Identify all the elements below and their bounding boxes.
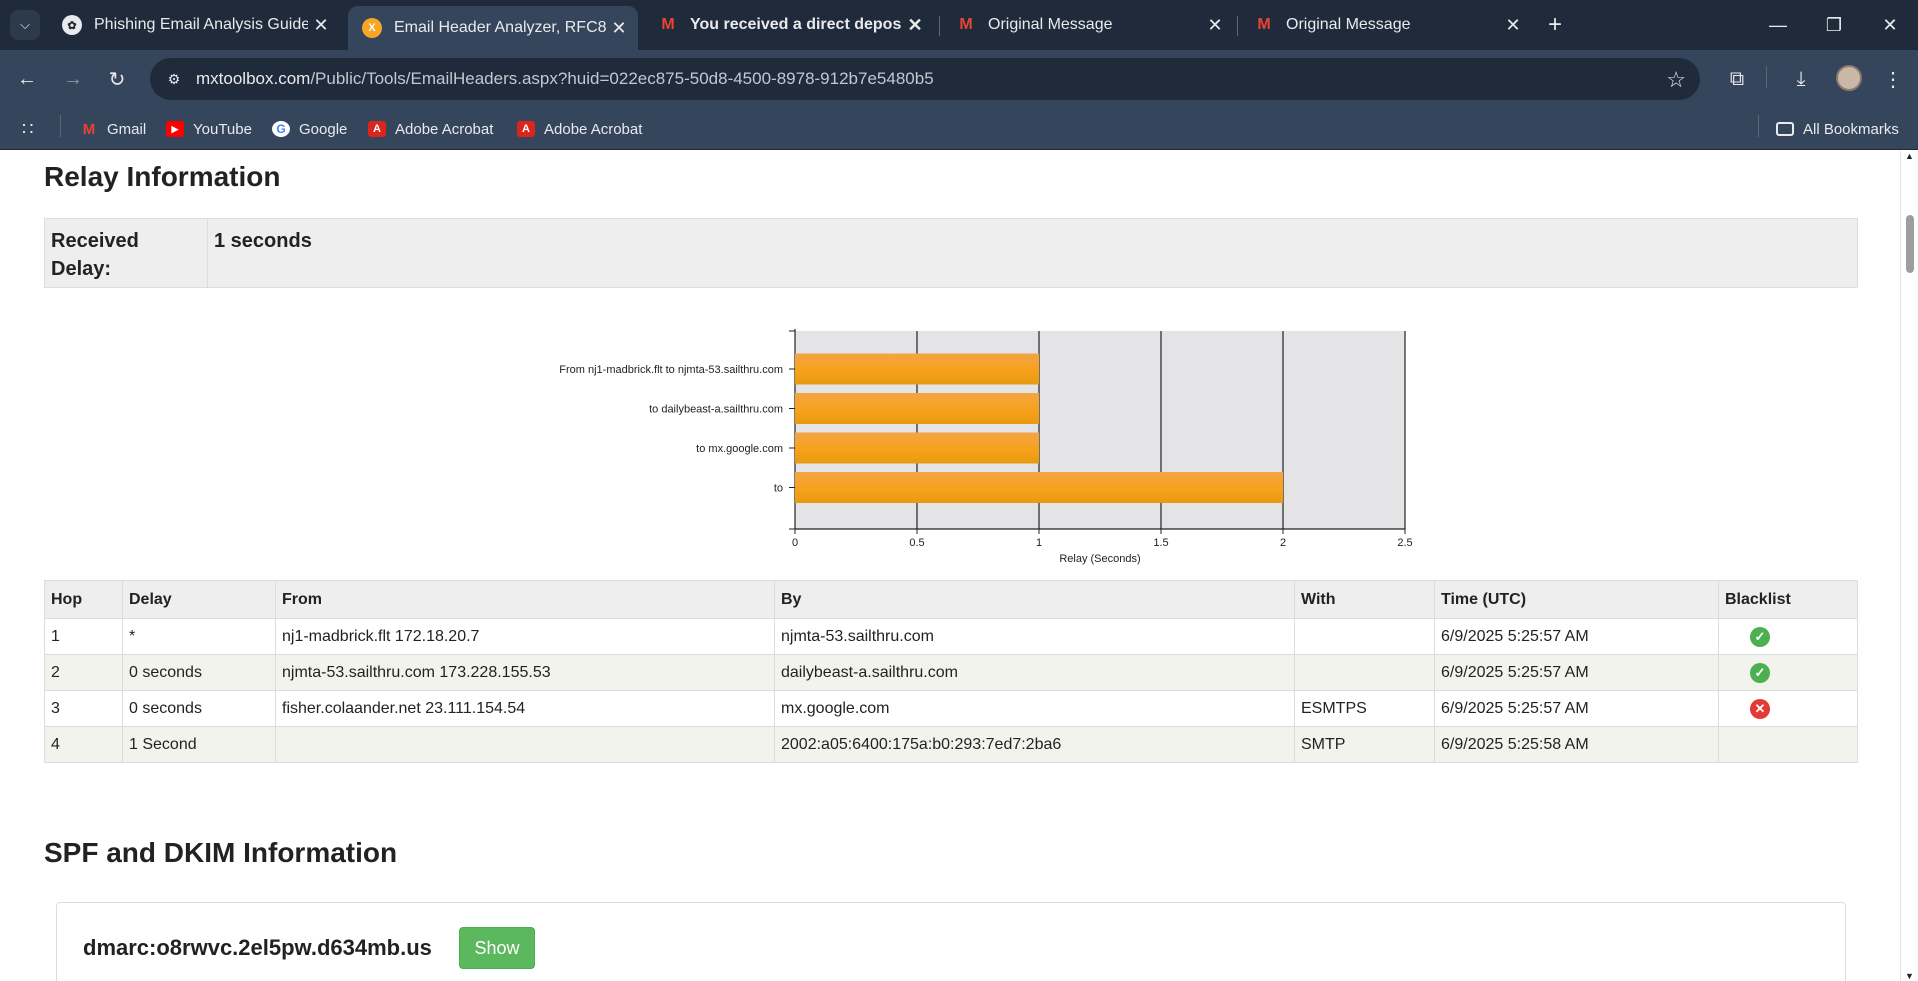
table-row: 4 1 Second 2002:a05:6400:175a:b0:293:7ed… [44, 726, 1858, 763]
chart-x-tick-label: 0.5 [909, 537, 924, 549]
chart-category-label: to [774, 483, 783, 495]
chart-x-tick-label: 1 [1036, 537, 1042, 549]
by-cell: njmta-53.sailthru.com [774, 618, 1295, 655]
with-cell [1294, 618, 1435, 655]
with-cell: SMTP [1294, 726, 1435, 763]
chart-x-axis-label: Relay (Seconds) [1059, 553, 1140, 565]
scroll-down-icon[interactable]: ▼ [1905, 971, 1914, 981]
from-cell: nj1-madbrick.flt 172.18.20.7 [275, 618, 775, 655]
table-row: 2 0 seconds njmta-53.sailthru.com 173.22… [44, 654, 1858, 691]
hop-cell: 2 [44, 654, 123, 691]
blacklist-cell: ✓ [1718, 618, 1858, 655]
divider [207, 219, 208, 287]
chart-category-label: to dailybeast-a.sailthru.com [649, 404, 783, 416]
check-circle-icon[interactable]: ✓ [1750, 626, 1770, 647]
time-cell: 6/9/2025 5:25:57 AM [1434, 690, 1719, 727]
hops-table: Hop Delay From By With Time (UTC) Blackl… [44, 580, 1858, 763]
column-header-delay: Delay [122, 580, 276, 619]
delay-cell: 1 Second [122, 726, 276, 763]
dmarc-card: dmarc:o8rwvc.2el5pw.d634mb.us Show [56, 902, 1846, 981]
column-header-with: With [1294, 580, 1435, 619]
table-row: 1 * nj1-madbrick.flt 172.18.20.7 njmta-5… [44, 618, 1858, 655]
received-delay-box: Received Delay: 1 seconds [44, 218, 1858, 288]
chart-x-tick-label: 2 [1280, 537, 1286, 549]
relay-heading: Relay Information [44, 161, 281, 192]
delay-cell: 0 seconds [122, 690, 276, 727]
check-circle-icon[interactable]: ✓ [1750, 662, 1770, 683]
time-cell: 6/9/2025 5:25:57 AM [1434, 654, 1719, 691]
received-delay-value: 1 seconds [214, 230, 312, 252]
chart-plot-area [795, 331, 1405, 529]
from-cell: njmta-53.sailthru.com 173.228.155.53 [275, 654, 775, 691]
scroll-thumb[interactable] [1906, 215, 1914, 273]
table-row: 3 0 seconds fisher.colaander.net 23.111.… [44, 690, 1858, 727]
received-delay-label: Received Delay: [51, 230, 139, 280]
delay-cell: * [122, 618, 276, 655]
hop-cell: 1 [44, 618, 123, 655]
by-cell: 2002:a05:6400:175a:b0:293:7ed7:2ba6 [774, 726, 1295, 763]
column-header-from: From [275, 580, 775, 619]
chart-bar [795, 353, 1039, 385]
with-cell: ESMTPS [1294, 690, 1435, 727]
column-header-time: Time (UTC) [1434, 580, 1719, 619]
column-header-blacklist: Blacklist [1718, 580, 1858, 619]
blacklist-cell: ✕ [1718, 690, 1858, 727]
delay-cell: 0 seconds [122, 654, 276, 691]
from-cell: fisher.colaander.net 23.111.154.54 [275, 690, 775, 727]
blacklist-cell: ✓ [1718, 654, 1858, 691]
from-cell [275, 726, 775, 763]
table-header-row: Hop Delay From By With Time (UTC) Blackl… [44, 580, 1858, 619]
chart-bar [795, 432, 1039, 464]
show-button[interactable]: Show [459, 927, 535, 969]
column-header-by: By [774, 580, 1295, 619]
chart-category-label: From nj1-madbrick.flt to njmta-53.sailth… [559, 364, 783, 376]
x-circle-icon[interactable]: ✕ [1750, 698, 1770, 719]
blacklist-cell [1718, 726, 1858, 763]
chart-x-tick-label: 2.5 [1397, 537, 1412, 549]
hop-cell: 3 [44, 690, 123, 727]
dmarc-record-title: dmarc:o8rwvc.2el5pw.d634mb.us [83, 935, 432, 960]
scroll-up-icon[interactable]: ▲ [1905, 151, 1914, 161]
chart-bar [795, 393, 1039, 424]
hop-cell: 4 [44, 726, 123, 763]
mxtoolbox-page: Relay Information Received Delay: 1 seco… [0, 151, 1900, 981]
chart-x-tick-label: 1.5 [1153, 537, 1168, 549]
by-cell: mx.google.com [774, 690, 1295, 727]
column-header-hop: Hop [44, 580, 123, 619]
with-cell [1294, 654, 1435, 691]
by-cell: dailybeast-a.sailthru.com [774, 654, 1295, 691]
scrollbar[interactable]: ▲ ▼ [1900, 151, 1918, 981]
chart-bar [795, 472, 1283, 503]
chart-x-tick-label: 0 [792, 537, 798, 549]
time-cell: 6/9/2025 5:25:57 AM [1434, 618, 1719, 655]
spf-dkim-heading: SPF and DKIM Information [44, 837, 398, 868]
chart-category-label: to mx.google.com [696, 443, 783, 455]
time-cell: 6/9/2025 5:25:58 AM [1434, 726, 1719, 763]
